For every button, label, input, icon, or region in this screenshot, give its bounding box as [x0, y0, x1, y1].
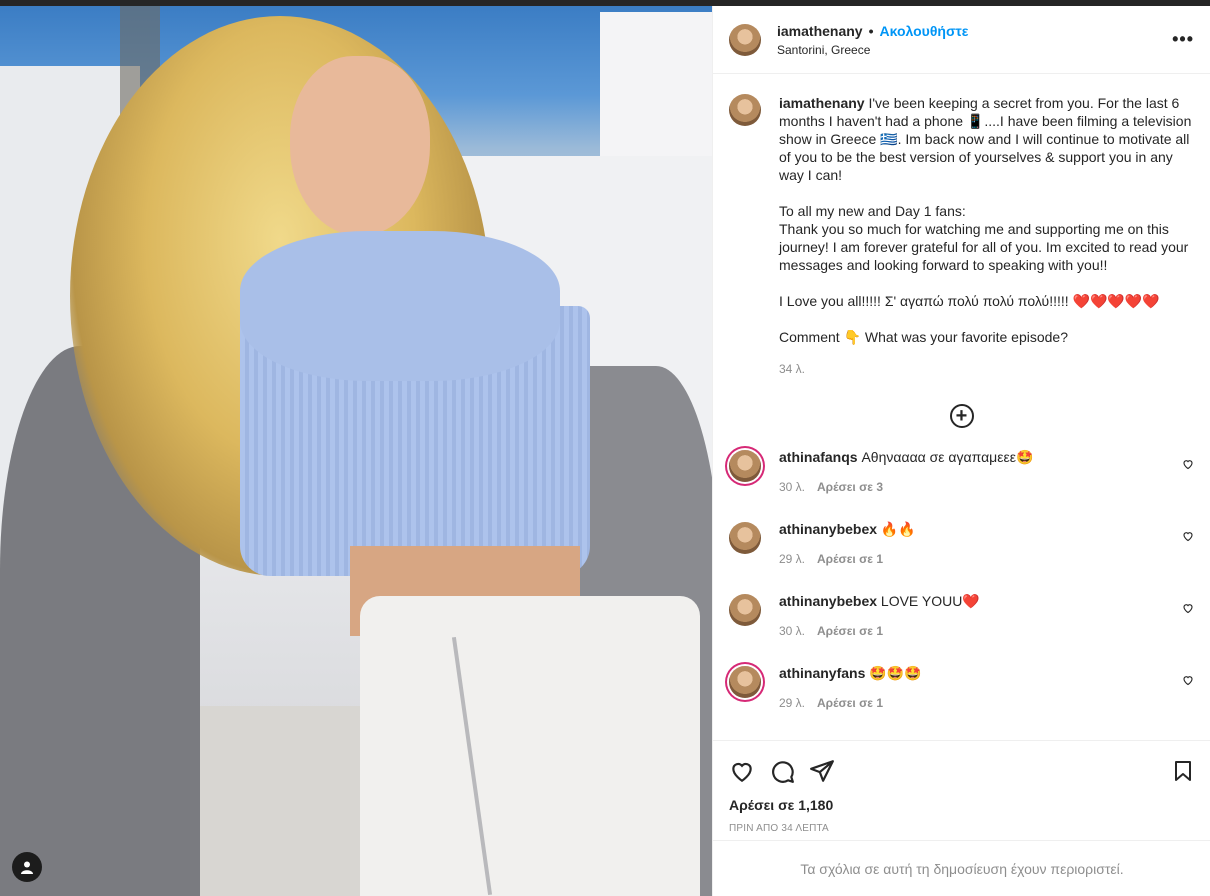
comment-item: athinanybebex 🔥🔥 29 λ. Αρέσει σε 1	[729, 520, 1194, 592]
comment-time[interactable]: 30 λ.	[779, 478, 805, 496]
post-location[interactable]: Santorini, Greece	[777, 43, 1172, 57]
caption-author-avatar[interactable]	[729, 94, 761, 126]
more-options-icon[interactable]: •••	[1172, 29, 1194, 50]
comment-bubble-icon[interactable]	[769, 758, 795, 784]
comment-text: 🤩🤩🤩	[869, 665, 922, 681]
comment-time[interactable]: 30 λ.	[779, 622, 805, 640]
post-caption: iamathenany I've been keeping a secret f…	[729, 94, 1194, 378]
user-tag-icon[interactable]	[12, 852, 42, 882]
author-avatar[interactable]	[729, 23, 761, 56]
comment-username[interactable]: athinanyfans	[779, 665, 865, 681]
comment-likes[interactable]: Αρέσει σε 1	[817, 550, 883, 568]
likes-count[interactable]: Αρέσει σε 1,180	[729, 797, 1195, 813]
paper-plane-icon[interactable]	[809, 758, 835, 784]
heart-icon[interactable]	[729, 758, 755, 784]
commenter-avatar[interactable]	[729, 450, 761, 482]
comments-scroll-area[interactable]: iamathenany I've been keeping a secret f…	[713, 74, 1210, 738]
post-timestamp[interactable]: ΠΡΙΝ ΑΠΟ 34 ΛΕΠΤΑ	[729, 823, 1195, 834]
comment-likes[interactable]: Αρέσει σε 3	[817, 478, 883, 496]
caption-time[interactable]: 34 λ.	[779, 360, 1194, 378]
comment-time[interactable]: 29 λ.	[779, 694, 805, 712]
commenter-avatar[interactable]	[729, 522, 761, 554]
heart-icon[interactable]	[1182, 602, 1194, 614]
commenter-avatar[interactable]	[729, 666, 761, 698]
caption-text: I've been keeping a secret from you. For…	[779, 95, 1192, 345]
comment-item: athinafanqs Αθηναααα σε αγαπαμεεε🤩 30 λ.…	[729, 448, 1194, 520]
plus-circle-icon[interactable]: +	[949, 404, 974, 428]
comment-text: 🔥🔥	[880, 521, 916, 537]
comment-username[interactable]: athinafanqs	[779, 449, 858, 465]
comment-list: athinafanqs Αθηναααα σε αγαπαμεεε🤩 30 λ.…	[729, 448, 1194, 736]
bookmark-icon[interactable]	[1171, 759, 1195, 783]
comment-text: Αθηναααα σε αγαπαμεεε🤩	[861, 449, 1034, 465]
photo-face	[290, 56, 430, 236]
comment-username[interactable]: athinanybebex	[779, 521, 877, 537]
photo-fur-collar	[240, 231, 560, 381]
heart-icon[interactable]	[1182, 530, 1194, 542]
comments-restricted-notice: Τα σχόλια σε αυτή τη δημοσίευση έχουν πε…	[713, 840, 1210, 896]
load-more-comments[interactable]: +	[729, 404, 1194, 428]
comment-likes[interactable]: Αρέσει σε 1	[817, 694, 883, 712]
post-actions-section: Αρέσει σε 1,180 ΠΡΙΝ ΑΠΟ 34 ΛΕΠΤΑ	[713, 740, 1210, 834]
comment-text: LOVE YOUU❤️	[880, 593, 980, 609]
heart-icon[interactable]	[1182, 674, 1194, 686]
heart-icon[interactable]	[1182, 458, 1194, 470]
comment-likes[interactable]: Αρέσει σε 1	[817, 622, 883, 640]
comment-username[interactable]: athinanybebex	[779, 593, 877, 609]
post-header: iamathenany • Ακολουθήστε Santorini, Gre…	[713, 6, 1210, 74]
separator-dot: •	[868, 22, 874, 39]
post-side-panel: iamathenany • Ακολουθήστε Santorini, Gre…	[712, 6, 1210, 896]
comment-item: athinanyfans 🤩🤩🤩 29 λ. Αρέσει σε 1	[729, 664, 1194, 736]
author-username[interactable]: iamathenany	[777, 23, 863, 39]
follow-button[interactable]: Ακολουθήστε	[880, 23, 969, 39]
post-photo[interactable]	[0, 6, 712, 896]
comment-time[interactable]: 29 λ.	[779, 550, 805, 568]
photo-skirt	[360, 596, 700, 896]
comment-item: athinanybebex LOVE YOUU❤️ 30 λ. Αρέσει σε…	[729, 592, 1194, 664]
caption-username[interactable]: iamathenany	[779, 95, 865, 111]
commenter-avatar[interactable]	[729, 594, 761, 626]
action-bar	[729, 751, 1195, 791]
